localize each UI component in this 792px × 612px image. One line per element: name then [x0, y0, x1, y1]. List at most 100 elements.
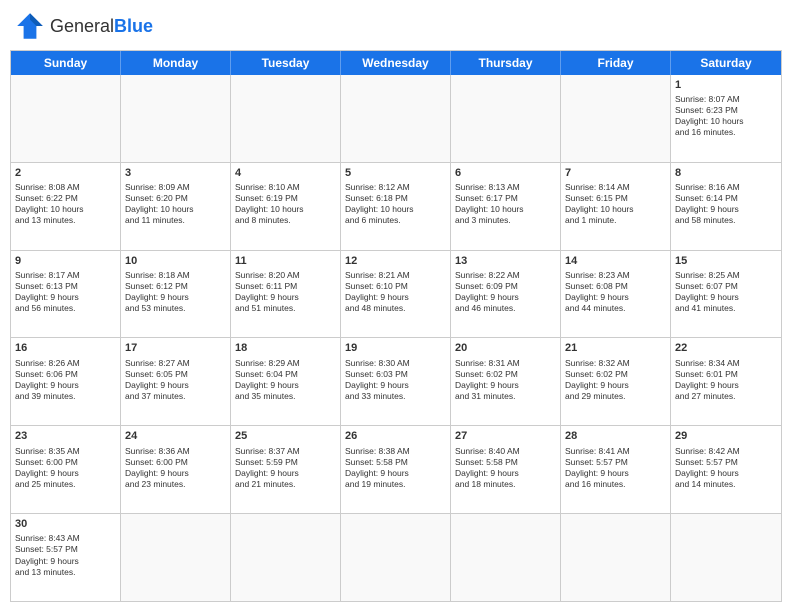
cal-row-3: 16 Sunrise: 8:26 AM Sunset: 6:06 PM Dayli… [11, 337, 781, 425]
day-info: Sunrise: 8:38 AM Sunset: 5:58 PM Dayligh… [345, 446, 446, 490]
cal-cell [11, 75, 121, 162]
cal-cell: 20 Sunrise: 8:31 AM Sunset: 6:02 PM Dayli… [451, 338, 561, 425]
cal-header-cell-thursday: Thursday [451, 51, 561, 75]
cal-cell: 4Sunrise: 8:10 AM Sunset: 6:19 PM Daylig… [231, 163, 341, 250]
cal-header-cell-wednesday: Wednesday [341, 51, 451, 75]
day-info: Sunrise: 8:12 AM Sunset: 6:18 PM Dayligh… [345, 182, 446, 226]
header: GeneralBlue [10, 10, 782, 42]
day-number: 14 [565, 254, 666, 268]
day-info: Sunrise: 8:41 AM Sunset: 5:57 PM Dayligh… [565, 446, 666, 490]
day-info: Sunrise: 8:10 AM Sunset: 6:19 PM Dayligh… [235, 182, 336, 226]
day-info: Sunrise: 8:30 AM Sunset: 6:03 PM Dayligh… [345, 358, 446, 402]
day-info: Sunrise: 8:34 AM Sunset: 6:01 PM Dayligh… [675, 358, 777, 402]
day-info: Sunrise: 8:23 AM Sunset: 6:08 PM Dayligh… [565, 270, 666, 314]
day-info: Sunrise: 8:13 AM Sunset: 6:17 PM Dayligh… [455, 182, 556, 226]
day-number: 9 [15, 254, 116, 268]
cal-cell: 18Sunrise: 8:29 AM Sunset: 6:04 PM Dayli… [231, 338, 341, 425]
day-number: 17 [125, 341, 226, 355]
day-number: 2 [15, 166, 116, 180]
cal-row-5: 30 Sunrise: 8:43 AM Sunset: 5:57 PM Dayli… [11, 513, 781, 601]
logo: GeneralBlue [14, 10, 153, 42]
calendar-body: 1 Sunrise: 8:07 AM Sunset: 6:23 PM Daylig… [11, 75, 781, 601]
day-number: 30 [15, 517, 116, 531]
day-info: Sunrise: 8:36 AM Sunset: 6:00 PM Dayligh… [125, 446, 226, 490]
calendar-header: SundayMondayTuesdayWednesdayThursdayFrid… [11, 51, 781, 75]
day-info: Sunrise: 8:42 AM Sunset: 5:57 PM Dayligh… [675, 446, 777, 490]
cal-cell [561, 75, 671, 162]
cal-cell [121, 75, 231, 162]
cal-cell: 3Sunrise: 8:09 AM Sunset: 6:20 PM Daylig… [121, 163, 231, 250]
cal-row-1: 2Sunrise: 8:08 AM Sunset: 6:22 PM Daylig… [11, 162, 781, 250]
cal-cell: 23 Sunrise: 8:35 AM Sunset: 6:00 PM Dayli… [11, 426, 121, 513]
day-number: 24 [125, 429, 226, 443]
cal-header-cell-tuesday: Tuesday [231, 51, 341, 75]
cal-cell [451, 75, 561, 162]
cal-row-0: 1 Sunrise: 8:07 AM Sunset: 6:23 PM Daylig… [11, 75, 781, 162]
day-number: 3 [125, 166, 226, 180]
cal-cell [121, 514, 231, 601]
cal-cell: 12 Sunrise: 8:21 AM Sunset: 6:10 PM Dayli… [341, 251, 451, 338]
day-number: 13 [455, 254, 556, 268]
page: GeneralBlue SundayMondayTuesdayWednesday… [0, 0, 792, 612]
cal-row-4: 23 Sunrise: 8:35 AM Sunset: 6:00 PM Dayli… [11, 425, 781, 513]
day-info: Sunrise: 8:27 AM Sunset: 6:05 PM Dayligh… [125, 358, 226, 402]
cal-cell: 22Sunrise: 8:34 AM Sunset: 6:01 PM Dayli… [671, 338, 781, 425]
day-info: Sunrise: 8:43 AM Sunset: 5:57 PM Dayligh… [15, 533, 116, 577]
day-number: 5 [345, 166, 446, 180]
cal-cell: 14 Sunrise: 8:23 AM Sunset: 6:08 PM Dayli… [561, 251, 671, 338]
cal-cell: 30 Sunrise: 8:43 AM Sunset: 5:57 PM Dayli… [11, 514, 121, 601]
day-info: Sunrise: 8:40 AM Sunset: 5:58 PM Dayligh… [455, 446, 556, 490]
day-info: Sunrise: 8:35 AM Sunset: 6:00 PM Dayligh… [15, 446, 116, 490]
day-info: Sunrise: 8:14 AM Sunset: 6:15 PM Dayligh… [565, 182, 666, 226]
day-info: Sunrise: 8:22 AM Sunset: 6:09 PM Dayligh… [455, 270, 556, 314]
cal-header-cell-sunday: Sunday [11, 51, 121, 75]
day-number: 16 [15, 341, 116, 355]
day-number: 1 [675, 78, 777, 92]
day-number: 12 [345, 254, 446, 268]
day-number: 18 [235, 341, 336, 355]
cal-cell: 29 Sunrise: 8:42 AM Sunset: 5:57 PM Dayli… [671, 426, 781, 513]
cal-cell: 7 Sunrise: 8:14 AM Sunset: 6:15 PM Daylig… [561, 163, 671, 250]
day-number: 26 [345, 429, 446, 443]
cal-cell: 21Sunrise: 8:32 AM Sunset: 6:02 PM Dayli… [561, 338, 671, 425]
cal-cell: 28 Sunrise: 8:41 AM Sunset: 5:57 PM Dayli… [561, 426, 671, 513]
cal-cell: 8Sunrise: 8:16 AM Sunset: 6:14 PM Daylig… [671, 163, 781, 250]
cal-cell [341, 514, 451, 601]
cal-cell: 6 Sunrise: 8:13 AM Sunset: 6:17 PM Daylig… [451, 163, 561, 250]
day-info: Sunrise: 8:21 AM Sunset: 6:10 PM Dayligh… [345, 270, 446, 314]
day-number: 28 [565, 429, 666, 443]
cal-cell: 19 Sunrise: 8:30 AM Sunset: 6:03 PM Dayli… [341, 338, 451, 425]
cal-cell [231, 514, 341, 601]
day-info: Sunrise: 8:37 AM Sunset: 5:59 PM Dayligh… [235, 446, 336, 490]
cal-cell: 27 Sunrise: 8:40 AM Sunset: 5:58 PM Dayli… [451, 426, 561, 513]
cal-cell: 26 Sunrise: 8:38 AM Sunset: 5:58 PM Dayli… [341, 426, 451, 513]
cal-cell: 17 Sunrise: 8:27 AM Sunset: 6:05 PM Dayli… [121, 338, 231, 425]
day-info: Sunrise: 8:07 AM Sunset: 6:23 PM Dayligh… [675, 94, 777, 138]
calendar: SundayMondayTuesdayWednesdayThursdayFrid… [10, 50, 782, 602]
day-info: Sunrise: 8:17 AM Sunset: 6:13 PM Dayligh… [15, 270, 116, 314]
day-number: 15 [675, 254, 777, 268]
day-number: 23 [15, 429, 116, 443]
cal-cell: 15Sunrise: 8:25 AM Sunset: 6:07 PM Dayli… [671, 251, 781, 338]
day-number: 19 [345, 341, 446, 355]
day-number: 21 [565, 341, 666, 355]
day-number: 7 [565, 166, 666, 180]
day-info: Sunrise: 8:20 AM Sunset: 6:11 PM Dayligh… [235, 270, 336, 314]
cal-cell: 24 Sunrise: 8:36 AM Sunset: 6:00 PM Dayli… [121, 426, 231, 513]
day-number: 10 [125, 254, 226, 268]
cal-cell [561, 514, 671, 601]
day-number: 20 [455, 341, 556, 355]
cal-cell [231, 75, 341, 162]
cal-header-cell-friday: Friday [561, 51, 671, 75]
day-number: 25 [235, 429, 336, 443]
day-number: 27 [455, 429, 556, 443]
cal-row-2: 9 Sunrise: 8:17 AM Sunset: 6:13 PM Daylig… [11, 250, 781, 338]
day-info: Sunrise: 8:18 AM Sunset: 6:12 PM Dayligh… [125, 270, 226, 314]
day-number: 6 [455, 166, 556, 180]
cal-header-cell-monday: Monday [121, 51, 231, 75]
cal-cell: 10 Sunrise: 8:18 AM Sunset: 6:12 PM Dayli… [121, 251, 231, 338]
day-info: Sunrise: 8:26 AM Sunset: 6:06 PM Dayligh… [15, 358, 116, 402]
day-info: Sunrise: 8:31 AM Sunset: 6:02 PM Dayligh… [455, 358, 556, 402]
day-number: 29 [675, 429, 777, 443]
logo-text: GeneralBlue [50, 16, 153, 37]
